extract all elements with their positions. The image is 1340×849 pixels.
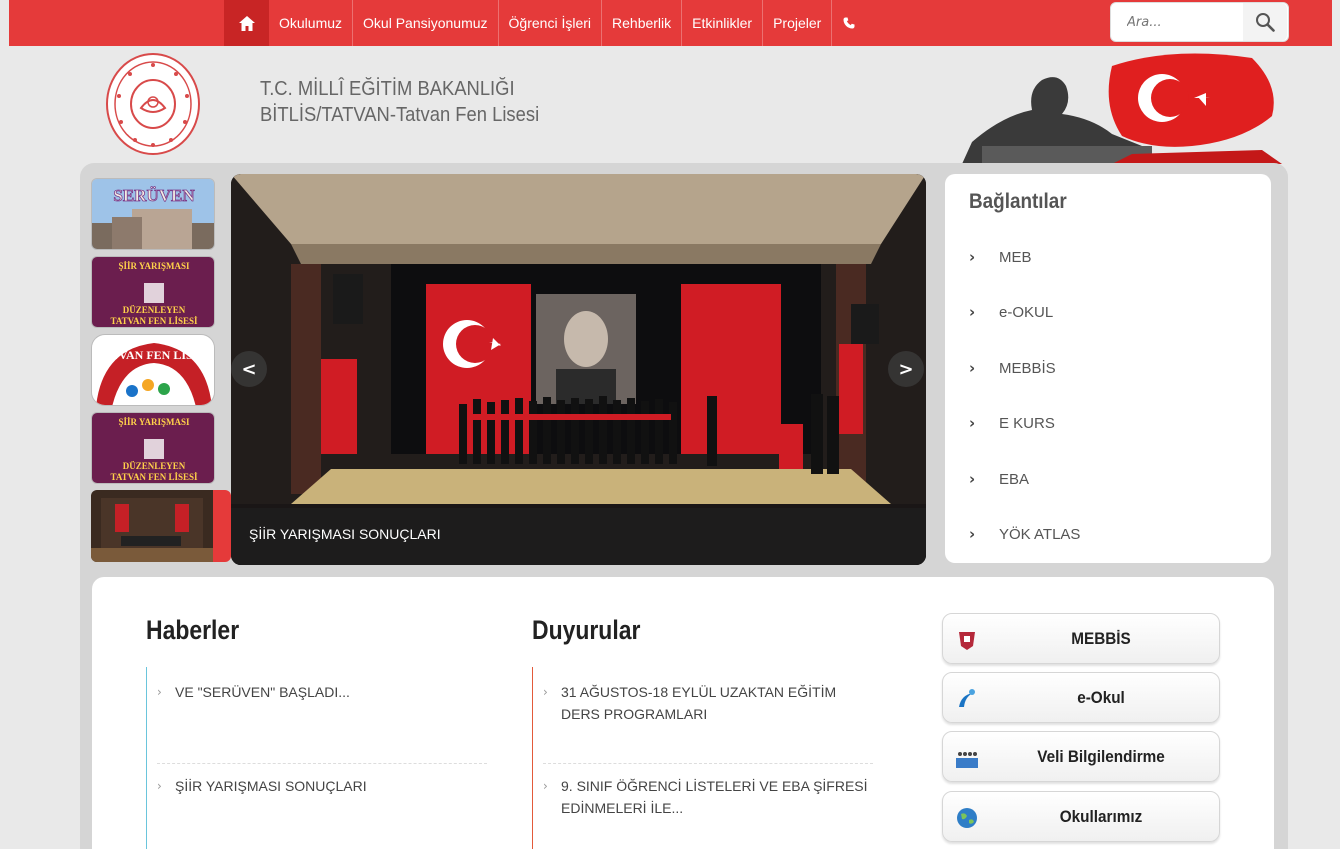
chevron-right-icon: › bbox=[543, 685, 548, 699]
links-panel: Bağlantılar › MEB › e-OKUL › MEBBİS › E KURS… bbox=[945, 174, 1271, 563]
okullarimiz-label: Okullarımız bbox=[1059, 807, 1143, 826]
ataturk-flag-banner bbox=[962, 53, 1282, 164]
e-okul-label: e-Okul bbox=[1077, 688, 1125, 707]
school-title: T.C. MİLLÎ EĞİTİM BAKANLIĞI BİTLİS/TATVA… bbox=[260, 76, 563, 128]
link-label: YÖK ATLAS bbox=[999, 525, 1081, 543]
link-label: EBA bbox=[999, 470, 1030, 488]
announcements-title: Duyurular bbox=[532, 615, 641, 645]
ministry-name: T.C. MİLLÎ EĞİTİM BAKANLIĞI bbox=[260, 78, 515, 100]
news-item-text: ŞİİR YARIŞMASI SONUÇLARI bbox=[175, 778, 367, 794]
e-okul-button[interactable]: e-Okul bbox=[942, 672, 1220, 723]
links-title: Bağlantılar bbox=[969, 190, 1067, 213]
eokul-icon bbox=[959, 689, 975, 707]
mebbis-icon bbox=[959, 632, 975, 650]
chevron-right-icon: › bbox=[969, 470, 976, 488]
thumbnail-image: TATVAN FEN LİSESİ bbox=[92, 335, 214, 405]
svg-text:TATVAN FEN LİSESİ: TATVAN FEN LİSESİ bbox=[110, 316, 198, 326]
thumbnail-3[interactable]: TATVAN FEN LİSESİ bbox=[91, 334, 215, 406]
link-e-okul[interactable]: › e-OKUL bbox=[969, 303, 1053, 321]
phone-icon bbox=[843, 17, 855, 29]
parents-icon bbox=[956, 752, 978, 768]
news-item-text: VE "SERÜVEN" BAŞLADI... bbox=[175, 684, 350, 700]
announcement-item[interactable]: › 31 AĞUSTOS-18 EYLÜL UZAKTAN EĞİTİM DERS… bbox=[543, 681, 873, 725]
announcement-item[interactable]: › 9. SINIF ÖĞRENCİ LİSTELERİ VE EBA ŞİFRE… bbox=[543, 775, 873, 819]
top-navbar: Okulumuz Okul Pansiyonumuz Öğrenci İşler… bbox=[9, 0, 1332, 46]
school-name: BİTLİS/TATVAN-Tatvan Fen Lisesi bbox=[260, 104, 540, 126]
news-title: Haberler bbox=[146, 615, 240, 645]
announcement-item-text: 9. SINIF ÖĞRENCİ LİSTELERİ VE EBA ŞİFRES… bbox=[561, 778, 868, 816]
home-button[interactable] bbox=[224, 0, 269, 46]
link-mebbis[interactable]: › MEBBİS bbox=[969, 359, 1056, 377]
nav-rehberlik[interactable]: Rehberlik bbox=[602, 0, 683, 46]
svg-text:DÜZENLEYEN: DÜZENLEYEN bbox=[123, 461, 186, 471]
chevron-right-icon: › bbox=[969, 414, 976, 432]
link-e-kurs[interactable]: › E KURS bbox=[969, 414, 1055, 432]
announcement-item-text: 31 AĞUSTOS-18 EYLÜL UZAKTAN EĞİTİM DERS … bbox=[561, 684, 837, 722]
link-eba[interactable]: › EBA bbox=[969, 470, 1029, 488]
thumbnail-4[interactable]: ŞİİR YARIŞMASI DÜZENLEYEN TATVAN FEN LİS… bbox=[91, 412, 215, 484]
announcements-list: › 31 AĞUSTOS-18 EYLÜL UZAKTAN EĞİTİM DERS… bbox=[532, 667, 873, 849]
svg-text:TATVAN FEN LİSESİ: TATVAN FEN LİSESİ bbox=[110, 472, 198, 482]
chevron-right-icon: › bbox=[969, 359, 976, 377]
news-list: › VE "SERÜVEN" BAŞLADI... › ŞİİR YARIŞMASI… bbox=[146, 667, 487, 849]
thumbnail-1[interactable]: SERÜVEN bbox=[91, 178, 215, 250]
search-icon bbox=[1256, 13, 1275, 32]
chevron-right-icon: › bbox=[157, 685, 162, 699]
chevron-right-icon: › bbox=[157, 779, 162, 793]
okullarimiz-button[interactable]: Okullarımız bbox=[942, 791, 1220, 842]
slider-prev-button[interactable]: < bbox=[231, 351, 267, 387]
svg-text:DÜZENLEYEN: DÜZENLEYEN bbox=[123, 305, 186, 315]
link-label: MEB bbox=[999, 248, 1032, 266]
thumbnail-image: SERÜVEN bbox=[92, 179, 214, 249]
veli-bilgilendirme-label: Veli Bilgilendirme bbox=[1037, 747, 1165, 766]
nav-etkinlikler[interactable]: Etkinlikler bbox=[682, 0, 764, 46]
search-input[interactable] bbox=[1111, 4, 1243, 40]
active-indicator bbox=[213, 490, 231, 562]
link-yok-atlas[interactable]: › YÖK ATLAS bbox=[969, 525, 1080, 543]
nav-ogrenci-isleri[interactable]: Öğrenci İşleri bbox=[499, 0, 603, 46]
svg-text:ŞİİR YARIŞMASI: ŞİİR YARIŞMASI bbox=[118, 417, 190, 427]
svg-text:ŞİİR YARIŞMASI: ŞİİR YARIŞMASI bbox=[118, 261, 190, 271]
nav-okul-pansiyonumuz[interactable]: Okul Pansiyonumuz bbox=[353, 0, 499, 46]
meb-seal-logo[interactable] bbox=[105, 52, 201, 156]
thumbnail-text: SERÜVEN bbox=[113, 186, 195, 205]
mebbis-button[interactable]: MEBBİS bbox=[942, 613, 1220, 664]
news-item[interactable]: › VE "SERÜVEN" BAŞLADI... bbox=[157, 681, 487, 703]
image-slider[interactable]: < > ŞİİR YARIŞMASI SONUÇLARI bbox=[231, 174, 926, 565]
search-box bbox=[1110, 2, 1289, 42]
search-button[interactable] bbox=[1243, 3, 1287, 41]
thumbnail-image: ŞİİR YARIŞMASI DÜZENLEYEN TATVAN FEN LİS… bbox=[92, 257, 214, 327]
link-label: MEBBİS bbox=[999, 359, 1056, 377]
veli-bilgilendirme-button[interactable]: Veli Bilgilendirme bbox=[942, 731, 1220, 782]
globe-icon bbox=[957, 808, 977, 828]
news-item[interactable]: › ŞİİR YARIŞMASI SONUÇLARI bbox=[157, 775, 487, 797]
divider bbox=[157, 763, 487, 764]
thumbnail-image: ŞİİR YARIŞMASI DÜZENLEYEN TATVAN FEN LİS… bbox=[92, 413, 214, 483]
nav-okulumuz[interactable]: Okulumuz bbox=[269, 0, 354, 46]
home-icon bbox=[238, 15, 255, 31]
slide-caption[interactable]: ŞİİR YARIŞMASI SONUÇLARI bbox=[231, 508, 926, 565]
slide-image bbox=[231, 174, 926, 565]
mebbis-label: MEBBİS bbox=[1071, 629, 1131, 648]
divider bbox=[543, 763, 873, 764]
svg-text:TATVAN FEN LİSESİ: TATVAN FEN LİSESİ bbox=[96, 348, 212, 362]
link-meb[interactable]: › MEB bbox=[969, 248, 1032, 266]
link-label: e-OKUL bbox=[999, 303, 1054, 321]
thumbnail-2[interactable]: ŞİİR YARIŞMASI DÜZENLEYEN TATVAN FEN LİS… bbox=[91, 256, 215, 328]
thumbnail-image bbox=[91, 490, 213, 562]
main-nav: Okulumuz Okul Pansiyonumuz Öğrenci İşler… bbox=[224, 0, 866, 46]
contact-button[interactable] bbox=[832, 0, 866, 46]
chevron-right-icon: › bbox=[969, 525, 976, 543]
link-label: E KURS bbox=[999, 414, 1055, 432]
chevron-right-icon: › bbox=[543, 779, 548, 793]
slider-next-button[interactable]: > bbox=[888, 351, 924, 387]
chevron-right-icon: › bbox=[969, 303, 976, 321]
chevron-right-icon: › bbox=[969, 248, 976, 266]
thumbnail-5-active[interactable] bbox=[91, 490, 231, 562]
nav-projeler[interactable]: Projeler bbox=[763, 0, 833, 46]
